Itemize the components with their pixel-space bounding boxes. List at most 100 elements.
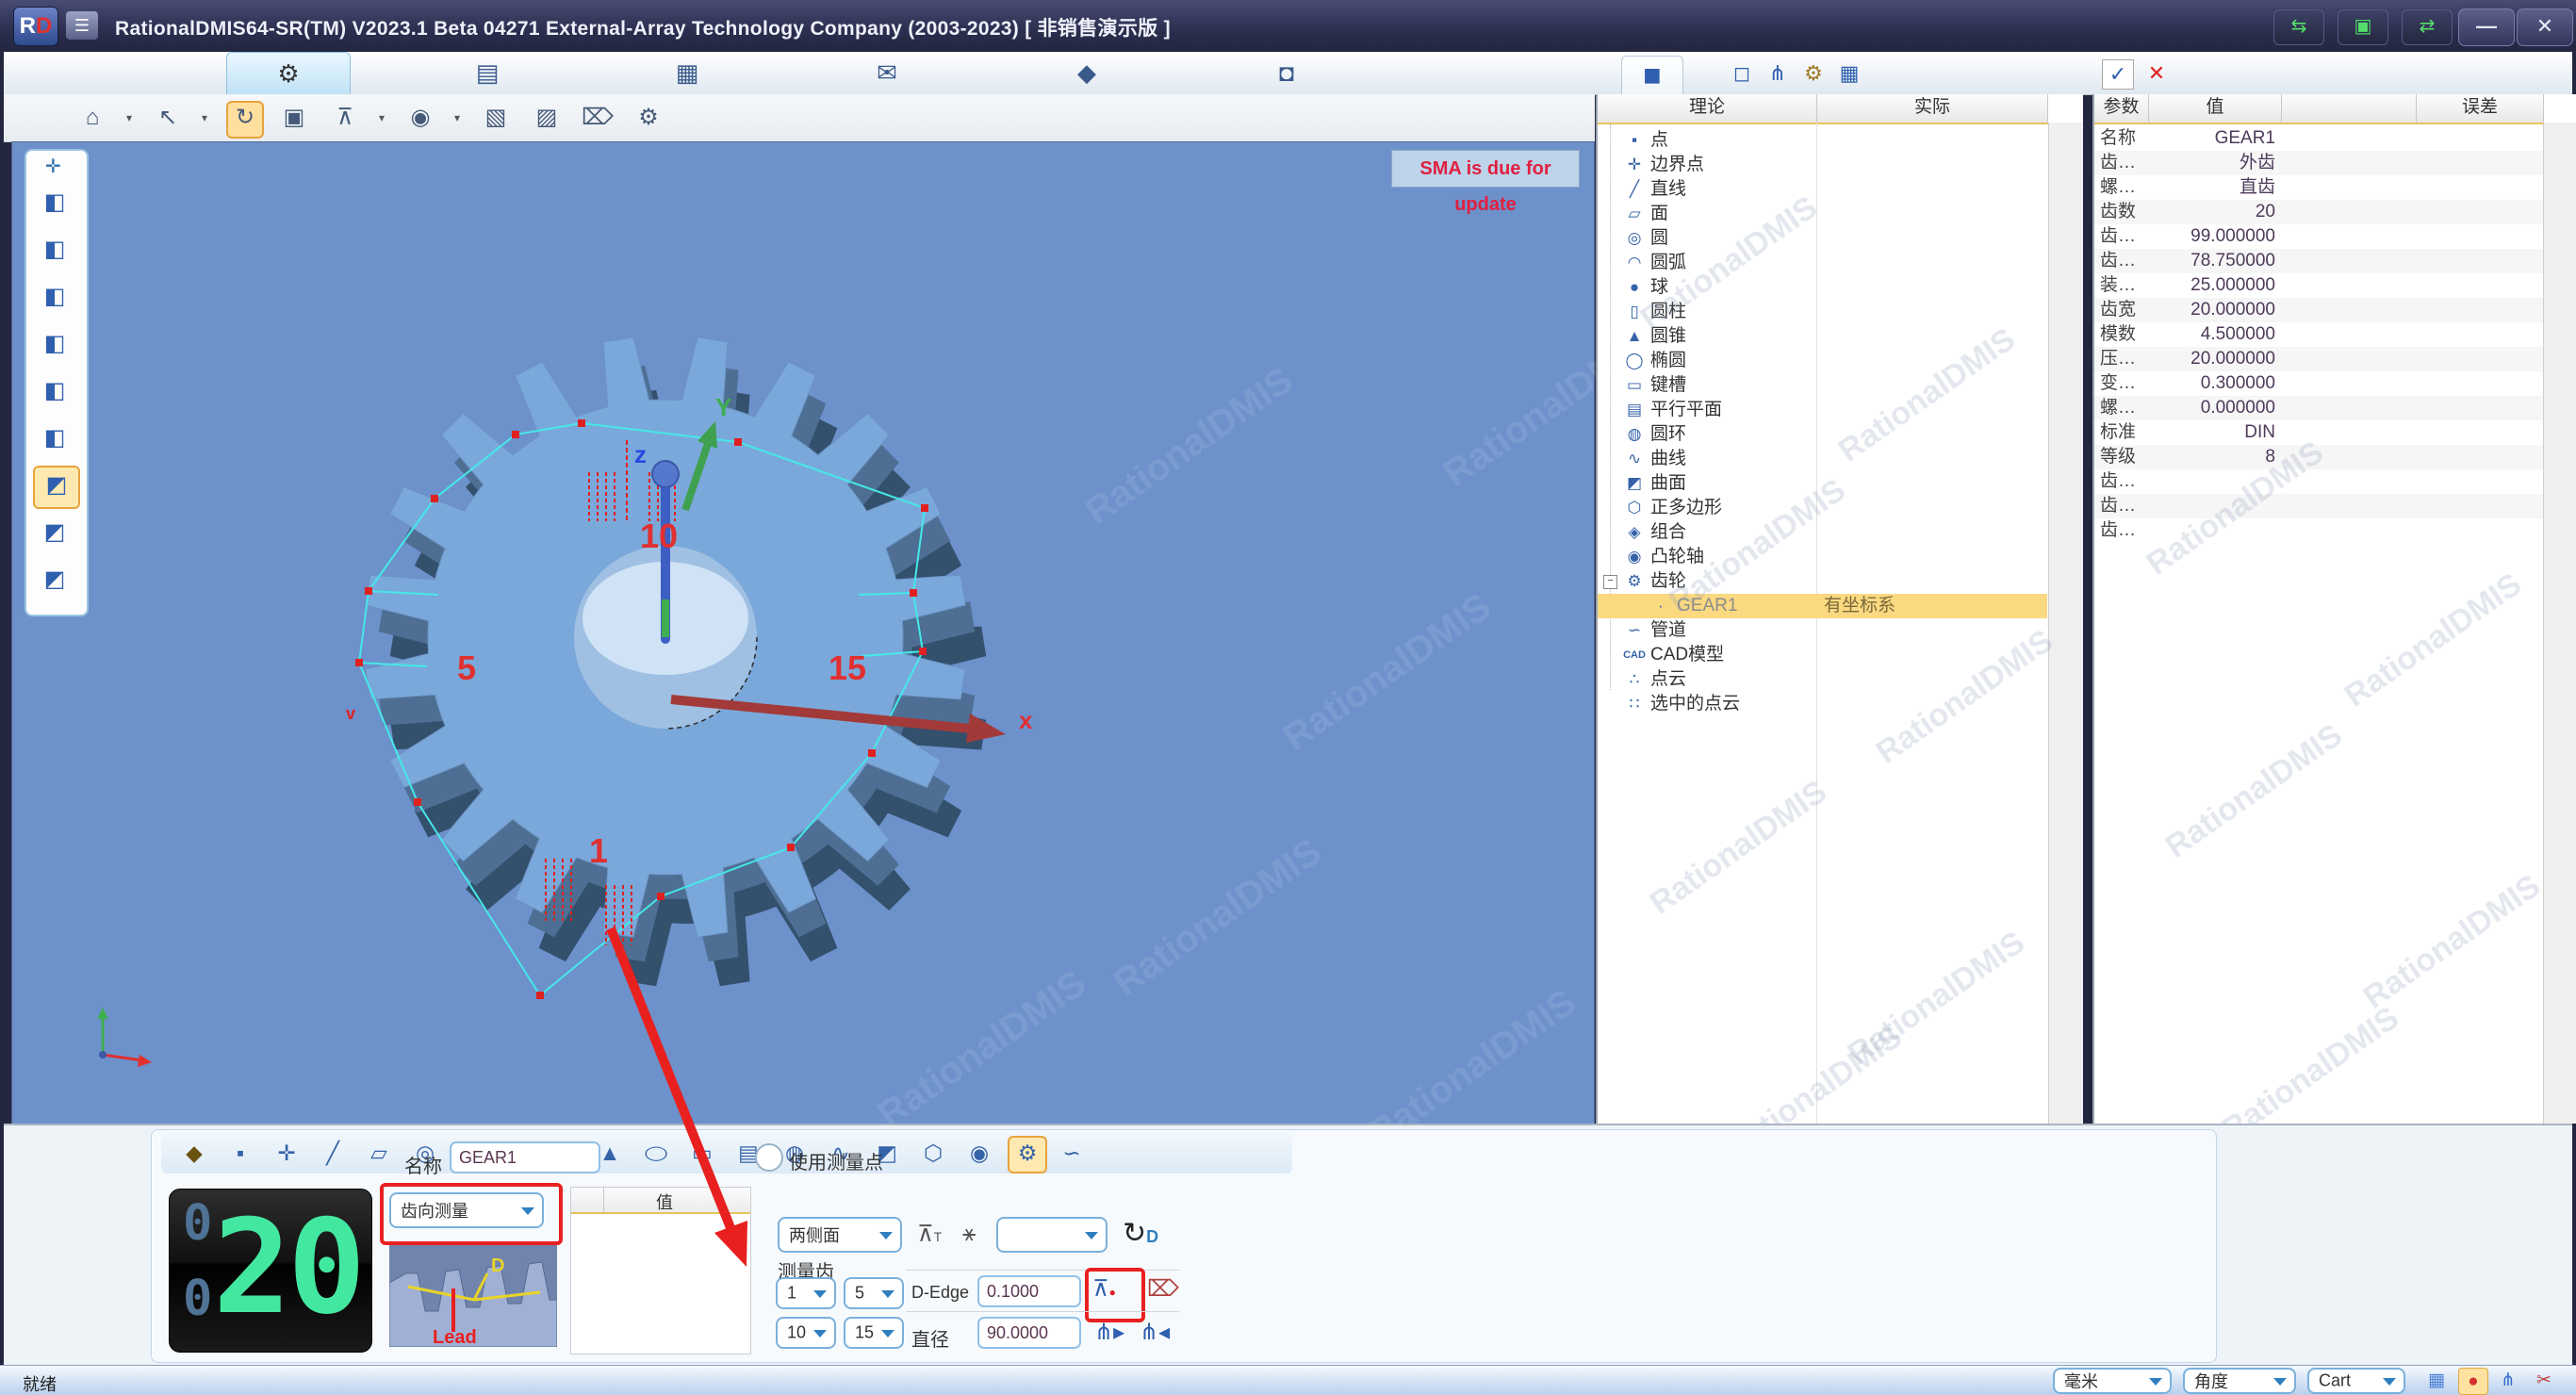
flank-select[interactable]: 两侧面: [778, 1217, 902, 1253]
param-row-齿…[interactable]: 齿…: [2094, 494, 2543, 518]
param-row-名称[interactable]: 名称GEAR1: [2094, 126, 2543, 151]
param-row-压…[interactable]: 压…20.000000: [2094, 347, 2543, 371]
param-row-螺…[interactable]: 螺…直齿: [2094, 175, 2543, 200]
param-row-齿…[interactable]: 齿…99.000000: [2094, 224, 2543, 249]
measure-cube-dot-icon[interactable]: ◧: [33, 277, 76, 317]
param-row-齿数[interactable]: 齿数20: [2094, 200, 2543, 224]
tree-item-键槽[interactable]: ▭键槽: [1598, 373, 2047, 398]
panel-close-icon[interactable]: ✕: [2141, 59, 2172, 88]
probe-angle-icon[interactable]: ⊼T: [917, 1221, 942, 1248]
param-row-齿…[interactable]: 齿…: [2094, 469, 2543, 494]
gear-icon[interactable]: ⚙: [1008, 1136, 1047, 1173]
tree-item-边界点[interactable]: ✛边界点: [1598, 153, 2047, 177]
panel-tab-probe[interactable]: ⋔: [1763, 59, 1793, 88]
color-palette-icon[interactable]: ▧: [479, 101, 513, 135]
tree-item-球[interactable]: ●球: [1598, 275, 2047, 300]
point-icon[interactable]: ▪: [222, 1136, 258, 1170]
dropdown-caret-icon[interactable]: ▾: [454, 111, 460, 124]
menu-icon[interactable]: ☰: [66, 11, 98, 40]
tree-item-组合[interactable]: ◈组合: [1598, 520, 2047, 545]
pipe-icon[interactable]: ∽: [1054, 1136, 1090, 1170]
measure-surface-multi-icon[interactable]: ◩: [33, 513, 76, 552]
zoom-window-icon[interactable]: ▣: [277, 101, 311, 135]
ribbon-tab-ink[interactable]: ◘: [1225, 52, 1348, 94]
panel-tab-cube-small[interactable]: ◻: [1727, 59, 1757, 88]
remote-support-icon[interactable]: ⇆: [2273, 9, 2324, 45]
tree-item-圆锥[interactable]: ▲圆锥: [1598, 324, 2047, 349]
auto-feature-icon[interactable]: ◆: [176, 1136, 212, 1170]
tree-item-直线[interactable]: ╱直线: [1598, 177, 2047, 202]
tree-scrollbar[interactable]: [2048, 123, 2083, 1124]
boundary-point-icon[interactable]: ✛: [269, 1136, 304, 1170]
tree-item-点[interactable]: ▪点: [1598, 128, 2047, 153]
dropdown-caret-icon[interactable]: ▾: [202, 111, 207, 124]
measure-mode-select[interactable]: 齿向测量: [389, 1192, 544, 1228]
expander-icon[interactable]: −: [1603, 575, 1617, 589]
param-row-变…[interactable]: 变…0.300000: [2094, 371, 2543, 396]
use-measure-points-checkbox[interactable]: [755, 1143, 783, 1172]
measure-surface-icon[interactable]: ◩: [33, 466, 80, 509]
tree-item-曲线[interactable]: ∿曲线: [1598, 447, 2047, 471]
ribbon-tab-calculator[interactable]: ▦: [626, 52, 748, 94]
units-select[interactable]: 毫米: [2053, 1368, 2172, 1394]
probe-star-icon[interactable]: ⚹: [962, 1221, 976, 1247]
tree-item-凸轮轴[interactable]: ◉凸轮轴: [1598, 545, 2047, 569]
plane-icon[interactable]: ▱: [361, 1136, 397, 1170]
probe-touch-icon[interactable]: ⊼●: [1092, 1275, 1116, 1303]
close-button[interactable]: ✕: [2517, 8, 2573, 46]
tree-item-正多边形[interactable]: ⬡正多边形: [1598, 496, 2047, 520]
panel-tab-solid-cube[interactable]: ◼: [1621, 56, 1683, 95]
angle-select[interactable]: 角度: [2183, 1368, 2296, 1394]
tree-item-椭圆[interactable]: ◯椭圆: [1598, 349, 2047, 373]
view-eye-icon[interactable]: ◉: [403, 101, 437, 135]
panel-tab-gears[interactable]: ⚙: [1798, 59, 1829, 88]
tooth-select-1[interactable]: 1: [776, 1277, 836, 1309]
measure-half-cube-icon[interactable]: ◩: [33, 560, 76, 599]
tree-item-齿轮[interactable]: −⚙齿轮: [1598, 569, 2047, 594]
tree-item-面[interactable]: ▱面: [1598, 202, 2047, 226]
slot-icon[interactable]: ▭: [684, 1136, 720, 1170]
tree-item-CAD模型[interactable]: CADCAD模型: [1598, 643, 2047, 667]
probe-y-icon[interactable]: ⋔: [2494, 1368, 2522, 1393]
rotate-view-icon[interactable]: ↻: [226, 101, 264, 139]
probe-export-icon[interactable]: ⊼: [328, 101, 362, 135]
tree-item-GEAR1[interactable]: ·GEAR1有坐标系: [1598, 594, 2047, 618]
line-icon[interactable]: ╱: [315, 1136, 351, 1170]
camshaft-icon[interactable]: ◉: [961, 1136, 997, 1170]
panel-checkbox-icon[interactable]: ✓: [2102, 59, 2134, 90]
eraser-icon[interactable]: ⌦: [1147, 1275, 1179, 1303]
param-row-模数[interactable]: 模数4.500000: [2094, 322, 2543, 347]
tree-item-曲面[interactable]: ◩曲面: [1598, 471, 2047, 496]
edit-feature-icon[interactable]: ◧: [33, 371, 76, 411]
probe-forward-icon[interactable]: ⋔▸: [1094, 1319, 1124, 1346]
tree-item-圆[interactable]: ◎圆: [1598, 226, 2047, 251]
tooth-select-10[interactable]: 10: [776, 1317, 836, 1349]
diameter-input[interactable]: [977, 1317, 1081, 1349]
probe-select[interactable]: [996, 1217, 1108, 1253]
measure-disabled-icon[interactable]: ◧: [33, 183, 76, 222]
params-scrollbar[interactable]: [2543, 123, 2576, 1124]
measure-cube-red-icon[interactable]: ◧: [33, 230, 76, 270]
screen-share-icon[interactable]: ▣: [2338, 9, 2388, 45]
param-row-螺…[interactable]: 螺…0.000000: [2094, 396, 2543, 420]
ribbon-tab-document[interactable]: ▤: [426, 52, 549, 94]
grid-points-icon[interactable]: ▦: [2422, 1368, 2451, 1393]
ellipse-icon[interactable]: ◯: [638, 1141, 674, 1163]
paint-fill-icon[interactable]: ▨: [530, 101, 564, 135]
tooth-select-15[interactable]: 15: [844, 1317, 904, 1349]
coord-system-select[interactable]: Cart: [2307, 1368, 2405, 1394]
ribbon-tab-comments[interactable]: ✉: [826, 52, 948, 94]
tree-item-圆环[interactable]: ◍圆环: [1598, 422, 2047, 447]
tree-item-点云[interactable]: ∴点云: [1598, 667, 2047, 692]
param-row-齿…[interactable]: 齿…: [2094, 518, 2543, 543]
tree-item-选中的点云[interactable]: ∷选中的点云: [1598, 692, 2047, 716]
tree-item-圆弧[interactable]: ◠圆弧: [1598, 251, 2047, 275]
3d-viewport[interactable]: vzYx105151 SMA is due for update Rationa…: [11, 141, 1595, 1125]
delete-trash-icon[interactable]: ⌦: [581, 101, 615, 135]
pin-icon[interactable]: ✛: [45, 155, 61, 178]
feature-name-input[interactable]: [450, 1141, 600, 1173]
dropdown-caret-icon[interactable]: ▾: [126, 111, 132, 124]
ribbon-tab-colors[interactable]: ◆: [1025, 52, 1148, 94]
param-row-齿…[interactable]: 齿…外齿: [2094, 151, 2543, 175]
probe-back-icon[interactable]: ⋔◂: [1140, 1319, 1170, 1346]
